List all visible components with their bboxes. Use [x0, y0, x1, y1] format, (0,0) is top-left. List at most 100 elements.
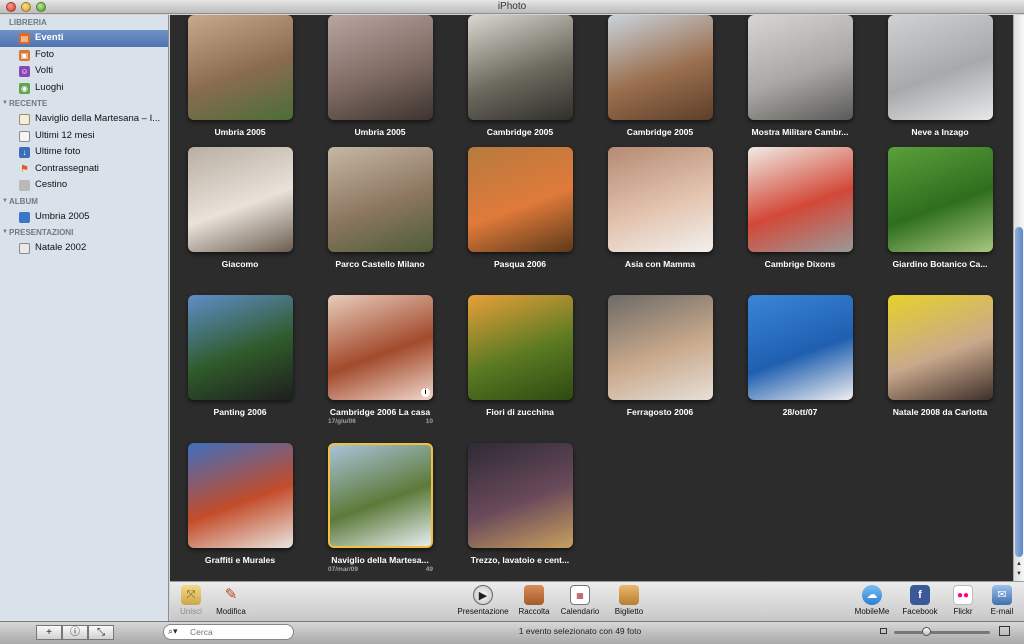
info-icon[interactable]: i: [421, 388, 430, 397]
event-tile[interactable]: Giacomo: [170, 147, 310, 287]
event-title[interactable]: Asia con Mamma: [590, 259, 730, 269]
toolbar-button[interactable]: ✉ E-mail: [972, 585, 1024, 616]
toolbar-button[interactable]: Biglietto: [599, 585, 659, 616]
event-thumbnail[interactable]: [608, 15, 713, 120]
sidebar-item[interactable]: Naviglio della Martesana – I...: [0, 111, 168, 128]
facebook-icon: f: [910, 585, 930, 605]
event-title[interactable]: Giacomo: [170, 259, 310, 269]
event-thumbnail[interactable]: [188, 295, 293, 400]
sidebar-item-label: Volti: [35, 65, 53, 76]
event-title[interactable]: Trezzo, lavatoio e cent...: [450, 555, 590, 565]
bottom-toolbar: ⤧ Unisci ✎ Modifica ▶ Presentazione Raccolta ▦ C…: [170, 581, 1024, 621]
sidebar-section-header[interactable]: RECENTE: [0, 96, 168, 111]
event-thumbnail[interactable]: [608, 295, 713, 400]
event-tile[interactable]: Naviglio della Martesa... 07/mar/09 49: [310, 443, 450, 581]
event-thumbnail[interactable]: [468, 295, 573, 400]
event-title[interactable]: Natale 2008 da Carlotta: [870, 407, 1010, 417]
event-tile[interactable]: Fiori di zucchina: [450, 295, 590, 435]
sidebar-item[interactable]: Ultimi 12 mesi: [0, 128, 168, 145]
event-thumbnail[interactable]: [748, 295, 853, 400]
event-title[interactable]: Giardino Botanico Ca...: [870, 259, 1010, 269]
event-title[interactable]: Cambridge 2005: [450, 127, 590, 137]
event-tile[interactable]: Asia con Mamma: [590, 147, 730, 287]
play-icon: ▶: [473, 585, 493, 605]
photos-icon: ▣: [19, 49, 30, 61]
calendar-icon: [19, 130, 30, 142]
event-tile[interactable]: Pasqua 2006: [450, 147, 590, 287]
event-tile[interactable]: i Cambridge 2006 La casa 17/giu/06 10: [310, 295, 450, 435]
event-thumbnail[interactable]: [188, 147, 293, 252]
event-tile[interactable]: Giardino Botanico Ca...: [870, 147, 1010, 287]
event-thumbnail[interactable]: [888, 147, 993, 252]
event-thumbnail[interactable]: [748, 147, 853, 252]
title-bar[interactable]: iPhoto: [0, 0, 1024, 14]
event-thumbnail[interactable]: [748, 15, 853, 120]
sidebar-section-header[interactable]: PRESENTAZIONI: [0, 225, 168, 240]
event-thumbnail[interactable]: [608, 147, 713, 252]
toolbar-button[interactable]: ✎ Modifica: [201, 585, 261, 616]
scroll-down-arrow-icon[interactable]: ▼: [1015, 570, 1023, 579]
event-title[interactable]: Pasqua 2006: [450, 259, 590, 269]
event-tile[interactable]: Panting 2006: [170, 295, 310, 435]
search-field[interactable]: ⌕▾: [163, 624, 294, 640]
event-tile[interactable]: Ferragosto 2006: [590, 295, 730, 435]
sidebar-item-label: Luoghi: [35, 81, 64, 93]
event-thumbnail[interactable]: [468, 15, 573, 120]
event-title[interactable]: Umbria 2005: [170, 127, 310, 137]
sidebar-item[interactable]: ◉ Luoghi: [0, 80, 168, 97]
sidebar-item-label: Ultime foto: [35, 146, 81, 157]
zoom-knob[interactable]: [921, 627, 931, 636]
event-tile[interactable]: 28/ott/07: [730, 295, 870, 435]
event-title[interactable]: Graffiti e Murales: [170, 555, 310, 565]
scroll-up-arrow-icon[interactable]: ▲: [1015, 560, 1023, 569]
sidebar-item[interactable]: Natale 2002: [0, 240, 168, 257]
sidebar-item[interactable]: ▤ Eventi: [0, 30, 168, 47]
add-button[interactable]: +: [36, 625, 62, 640]
event-title[interactable]: Cambrige Dixons: [730, 259, 870, 269]
event-title[interactable]: Neve a Inzago: [870, 127, 1010, 137]
event-title[interactable]: 28/ott/07: [730, 407, 870, 417]
event-thumbnail[interactable]: [328, 147, 433, 252]
sidebar-item[interactable]: Cestino: [0, 177, 168, 194]
event-title[interactable]: Cambridge 2005: [590, 127, 730, 137]
search-icon[interactable]: ⌕▾: [168, 626, 178, 637]
sidebar-item[interactable]: ☺ Volti: [0, 63, 168, 80]
zoom-track[interactable]: [894, 631, 990, 634]
event-title[interactable]: Naviglio della Martesa...: [310, 555, 450, 565]
event-thumbnail[interactable]: i: [328, 295, 433, 400]
event-title[interactable]: Ferragosto 2006: [590, 407, 730, 417]
fullscreen-button[interactable]: ⤡: [88, 625, 114, 640]
event-thumbnail[interactable]: [188, 443, 293, 548]
sidebar-item[interactable]: ⚑ Contrassegnati: [0, 161, 168, 178]
search-input[interactable]: [190, 626, 290, 638]
event-thumbnail[interactable]: [328, 15, 433, 120]
event-title[interactable]: Mostra Militare Cambr...: [730, 127, 870, 137]
trash-icon: [19, 180, 30, 191]
sidebar-item[interactable]: Umbria 2005: [0, 209, 168, 226]
event-tile[interactable]: Natale 2008 da Carlotta: [870, 295, 1010, 435]
event-thumbnail[interactable]: [468, 443, 573, 548]
zoom-slider[interactable]: [880, 626, 1010, 638]
places-icon: ◉: [19, 82, 30, 94]
event-title[interactable]: Cambridge 2006 La casa: [310, 407, 450, 417]
sidebar-item[interactable]: ▣ Foto: [0, 47, 168, 64]
vertical-scrollbar[interactable]: ▲ ▼: [1013, 15, 1024, 581]
event-thumbnail[interactable]: [888, 15, 993, 120]
event-date: 07/mar/09: [328, 566, 358, 573]
sidebar-section-header[interactable]: ALBUM: [0, 194, 168, 209]
sidebar-item[interactable]: ↓ Ultime foto: [0, 144, 168, 161]
event-thumbnail[interactable]: [188, 15, 293, 120]
event-title[interactable]: Panting 2006: [170, 407, 310, 417]
event-tile[interactable]: Cambrige Dixons: [730, 147, 870, 287]
scrollbar-thumb[interactable]: [1015, 227, 1023, 557]
info-button[interactable]: ⓘ: [62, 625, 88, 640]
event-thumbnail[interactable]: [328, 443, 433, 548]
event-thumbnail[interactable]: [468, 147, 573, 252]
event-title[interactable]: Umbria 2005: [310, 127, 450, 137]
event-tile[interactable]: Parco Castello Milano: [310, 147, 450, 287]
event-tile[interactable]: Trezzo, lavatoio e cent...: [450, 443, 590, 581]
event-tile[interactable]: Graffiti e Murales: [170, 443, 310, 581]
event-title[interactable]: Parco Castello Milano: [310, 259, 450, 269]
event-title[interactable]: Fiori di zucchina: [450, 407, 590, 417]
event-thumbnail[interactable]: [888, 295, 993, 400]
